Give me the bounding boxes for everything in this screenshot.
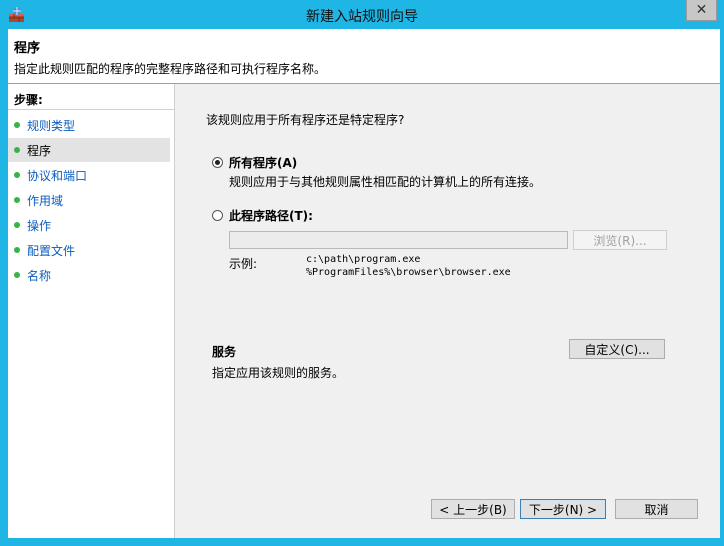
bullet-icon [14, 197, 20, 203]
step-label: 协议和端口 [27, 168, 88, 183]
step-item-protocol-port[interactable]: 协议和端口 [8, 163, 170, 187]
bullet-icon [14, 247, 20, 253]
bullet-icon [14, 272, 20, 278]
program-path-input[interactable] [229, 231, 568, 249]
step-label: 配置文件 [27, 243, 76, 258]
page-title: 程序 [14, 41, 41, 56]
example-path-1: c:\path\program.exe [306, 254, 421, 265]
main-panel: 该规则应用于所有程序还是特定程序? 所有程序(A) 规则应用于与其他规则属性相匹… [175, 84, 720, 538]
steps-divider [8, 109, 174, 110]
steps-panel: 步骤: 规则类型 程序 协议和端口 作用域 操作 配置文件 名称 [8, 84, 175, 538]
question-text: 该规则应用于所有程序还是特定程序? [206, 113, 405, 127]
step-label: 程序 [27, 143, 52, 158]
bullet-icon [14, 147, 20, 153]
step-item-action[interactable]: 操作 [8, 213, 170, 237]
all-programs-description: 规则应用于与其他规则属性相匹配的计算机上的所有连接。 [229, 175, 542, 189]
wizard-client: 程序 指定此规则匹配的程序的完整程序路径和可执行程序名称。 步骤: 规则类型 程… [8, 29, 720, 538]
cancel-button[interactable]: 取消 [615, 499, 698, 519]
wizard-window: 新建入站规则向导 ✕ 程序 指定此规则匹配的程序的完整程序路径和可执行程序名称。… [0, 0, 724, 546]
browse-button[interactable]: 浏览(R)... [573, 230, 667, 250]
services-description: 指定应用该规则的服务。 [212, 366, 345, 380]
example-label: 示例: [229, 257, 258, 271]
close-button[interactable]: ✕ [686, 0, 717, 21]
step-label: 操作 [27, 218, 52, 233]
step-item-scope[interactable]: 作用域 [8, 188, 170, 212]
window-title: 新建入站规则向导 [306, 9, 418, 25]
back-button[interactable]: < 上一步(B) [431, 499, 515, 519]
step-item-profile[interactable]: 配置文件 [8, 238, 170, 262]
services-title: 服务 [212, 345, 237, 359]
step-label: 规则类型 [27, 118, 76, 133]
step-item-program[interactable]: 程序 [8, 138, 170, 162]
bullet-icon [14, 172, 20, 178]
program-path-label[interactable]: 此程序路径(T): [229, 207, 313, 224]
step-item-name[interactable]: 名称 [8, 263, 170, 287]
page-subtitle: 指定此规则匹配的程序的完整程序路径和可执行程序名称。 [14, 62, 327, 76]
bullet-icon [14, 122, 20, 128]
example-path-2: %ProgramFiles%\browser\browser.exe [306, 267, 511, 278]
all-programs-radio[interactable] [212, 157, 223, 168]
next-button[interactable]: 下一步(N) > [520, 499, 606, 519]
program-path-radio[interactable] [212, 210, 223, 221]
steps-title: 步骤: [14, 93, 43, 107]
step-label: 名称 [27, 268, 52, 283]
title-bar[interactable]: 新建入站规则向导 ✕ [0, 0, 724, 29]
all-programs-label[interactable]: 所有程序(A) [229, 154, 297, 171]
customize-button[interactable]: 自定义(C)... [569, 339, 665, 359]
close-icon: ✕ [695, 2, 708, 18]
step-label: 作用域 [27, 193, 64, 208]
bullet-icon [14, 222, 20, 228]
page-header: 程序 指定此规则匹配的程序的完整程序路径和可执行程序名称。 [8, 29, 720, 84]
step-item-rule-type[interactable]: 规则类型 [8, 113, 170, 137]
